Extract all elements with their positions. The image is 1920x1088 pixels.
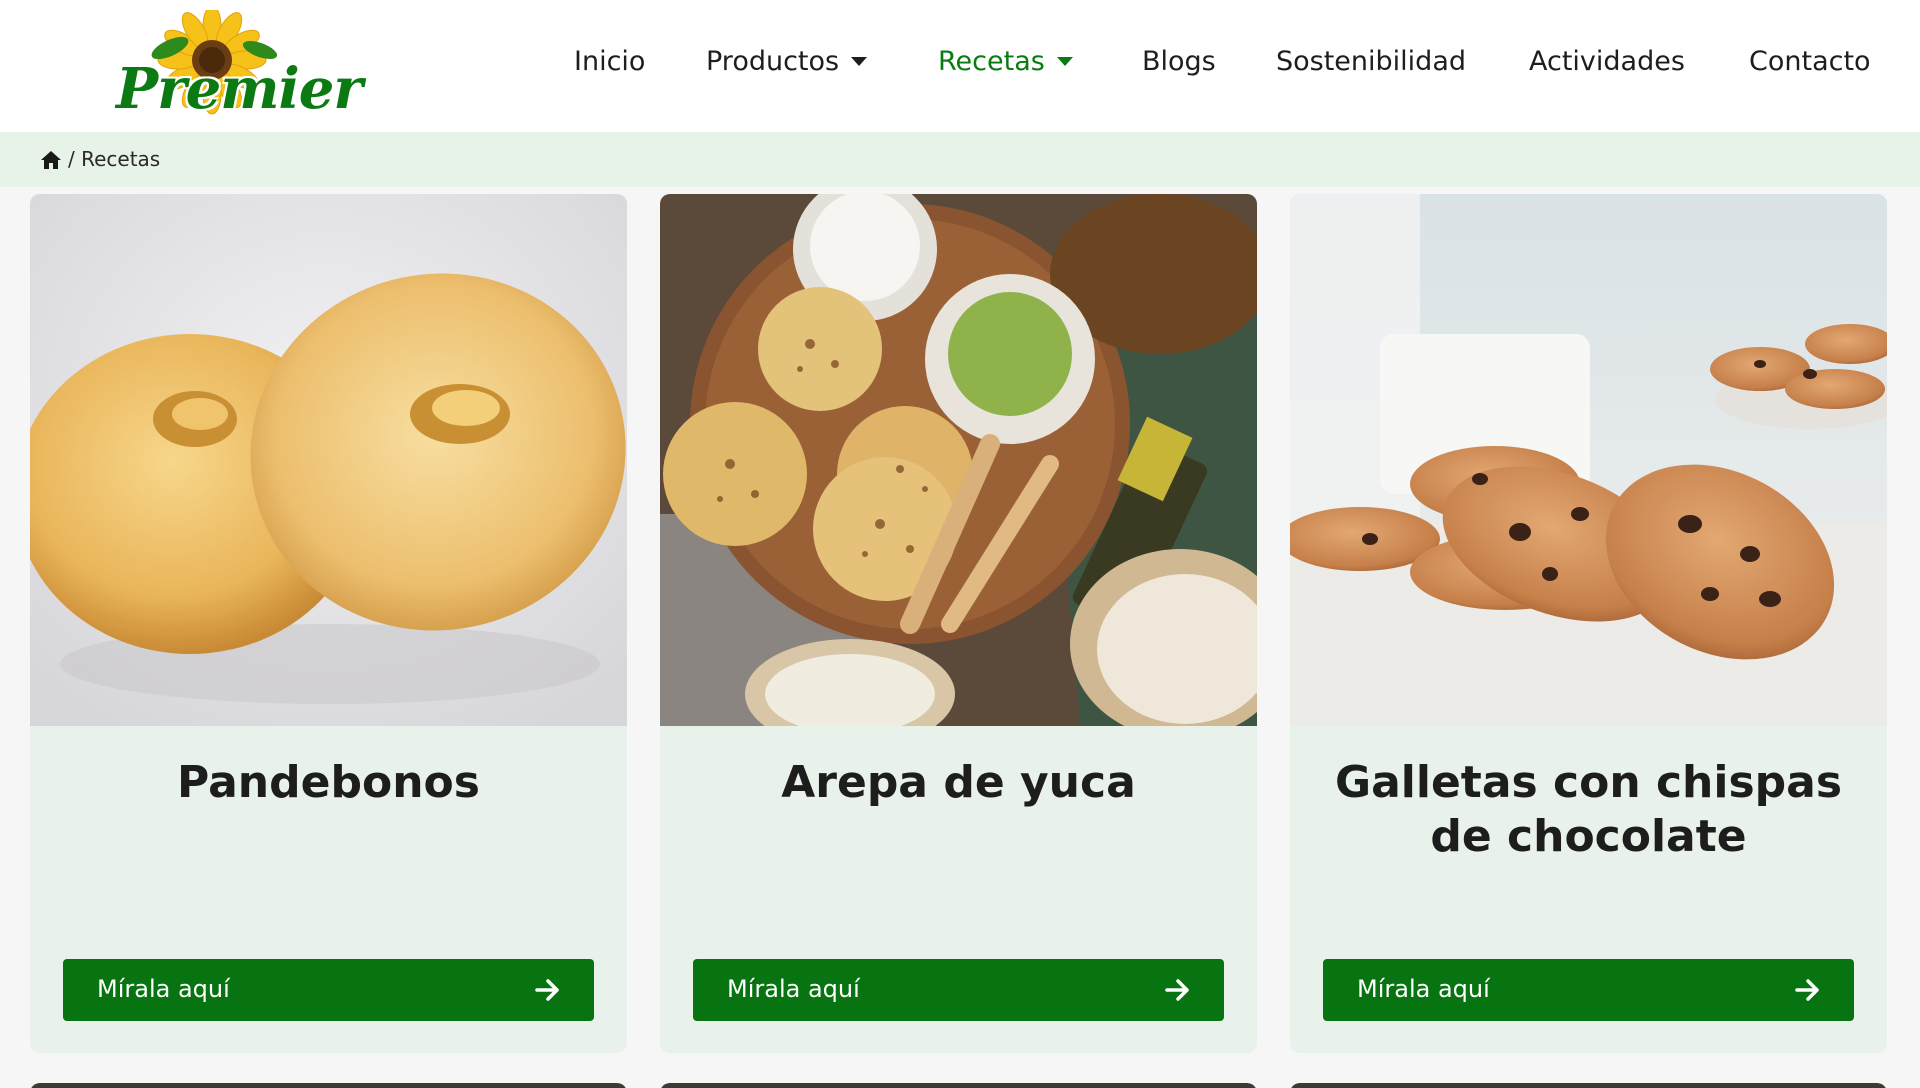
mirala-aqui-button[interactable]: Mírala aquí — [1323, 959, 1854, 1021]
pandebonos-photo[interactable] — [30, 194, 627, 726]
recipe-card-next-row — [1290, 1083, 1887, 1088]
site-header: Premier Inicio Productos Recetas Blogs S… — [0, 0, 1920, 132]
recipe-title: Pandebonos — [177, 757, 480, 808]
arrow-right-icon — [1795, 979, 1819, 1001]
recipe-card: Arepa de yuca Mírala aquí — [660, 194, 1257, 1053]
main-nav: Inicio Productos Recetas Blogs Sostenibi… — [0, 0, 1920, 132]
home-icon[interactable] — [40, 150, 62, 170]
nav-item-actividades[interactable]: Actividades — [1529, 46, 1685, 77]
nav-item-productos[interactable]: Productos — [706, 46, 868, 77]
arrow-right-icon — [1165, 979, 1189, 1001]
recipe-card: Galletas con chispas de chocolate Mírala… — [1290, 194, 1887, 1053]
nav-item-sostenibilidad[interactable]: Sostenibilidad — [1276, 46, 1466, 77]
arepa-de-yuca-photo[interactable] — [660, 194, 1257, 726]
breadcrumb: / Recetas — [0, 132, 1920, 187]
nav-item-recetas[interactable]: Recetas — [938, 46, 1073, 77]
caret-down-icon — [851, 57, 868, 66]
recipe-card: Pandebonos Mírala aquí — [30, 194, 627, 1053]
nav-item-contacto[interactable]: Contacto — [1749, 46, 1871, 77]
caret-down-icon — [1056, 57, 1073, 66]
arrow-right-icon — [535, 979, 559, 1001]
recipe-card-next-row — [30, 1083, 627, 1088]
mirala-aqui-button[interactable]: Mírala aquí — [693, 959, 1224, 1021]
recipe-card-next-row — [660, 1083, 1257, 1088]
recipe-title: Galletas con chispas de chocolate — [1334, 757, 1843, 862]
galletas-photo[interactable] — [1290, 194, 1887, 726]
recipe-title: Arepa de yuca — [781, 757, 1136, 808]
breadcrumb-current: / Recetas — [68, 147, 161, 171]
nav-item-blogs[interactable]: Blogs — [1142, 46, 1216, 77]
mirala-aqui-button[interactable]: Mírala aquí — [63, 959, 594, 1021]
nav-item-inicio[interactable]: Inicio — [574, 46, 645, 77]
